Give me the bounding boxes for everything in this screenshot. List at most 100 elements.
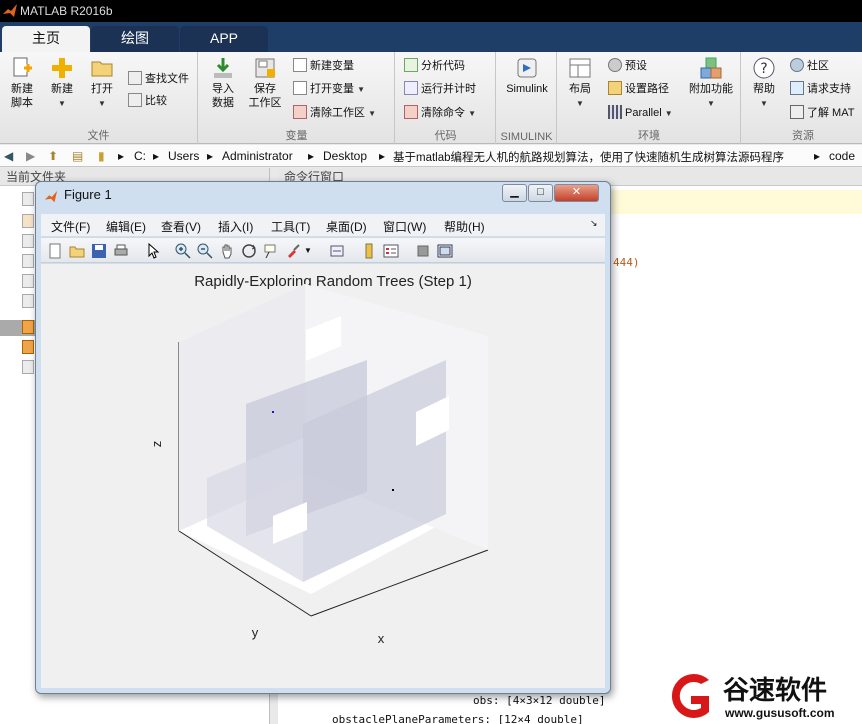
open-label: 打开 xyxy=(91,83,113,95)
breadcrumb-users[interactable]: Users xyxy=(168,149,199,163)
save-icon[interactable] xyxy=(91,243,107,259)
browse-folder-icon[interactable]: ▤ xyxy=(72,149,83,163)
menu-window[interactable]: 窗口(W) xyxy=(383,218,426,235)
zoom-out-icon[interactable] xyxy=(197,243,213,259)
compare-button[interactable]: 比较 xyxy=(128,92,167,110)
figure-canvas[interactable]: Rapidly-Exploring Random Trees (Step 1) … xyxy=(41,264,605,688)
tab-home[interactable]: 主页 xyxy=(2,26,90,52)
maximize-button[interactable]: □ xyxy=(528,184,553,202)
open-variable-icon xyxy=(293,81,307,95)
breadcrumb-sep-icon: ▸ xyxy=(379,149,386,163)
menu-file[interactable]: 文件(F) xyxy=(51,218,90,235)
breadcrumb-desktop[interactable]: Desktop xyxy=(323,149,367,163)
link-plot-icon[interactable] xyxy=(329,243,345,259)
file-icon[interactable] xyxy=(22,214,34,228)
minimize-button[interactable]: ▁ xyxy=(502,184,527,202)
command-output-line: obstaclePlaneParameters: [12×4 double] xyxy=(332,713,584,724)
open-variable-button[interactable]: 打开变量 ▼ xyxy=(293,80,365,98)
learn-matlab-icon xyxy=(790,105,804,119)
tab-apps[interactable]: APP xyxy=(180,26,268,52)
file-icon[interactable] xyxy=(22,360,34,374)
community-label: 社区 xyxy=(807,60,829,72)
forward-arrow-icon[interactable]: ▶ xyxy=(26,149,35,163)
figure-window[interactable]: Figure 1 ▁ □ ✕ 文件(F) 编辑(E) 查看(V) 插入(I) 工… xyxy=(35,181,611,694)
request-support-button[interactable]: 请求支持 xyxy=(790,80,851,98)
pointer-icon[interactable] xyxy=(145,243,161,259)
resources-group-title: 资源 xyxy=(792,130,814,142)
breadcrumb-sep-icon: ▸ xyxy=(207,149,214,163)
colorbar-icon[interactable] xyxy=(361,243,377,259)
hide-plot-tools-icon[interactable] xyxy=(415,243,431,259)
find-files-button[interactable]: 查找文件 xyxy=(128,70,189,88)
environment-group-title: 环境 xyxy=(638,130,660,142)
brush-icon[interactable] xyxy=(285,243,301,259)
open-file-icon[interactable] xyxy=(69,243,85,259)
learn-matlab-button[interactable]: 了解 MAT xyxy=(790,104,854,122)
file-icon[interactable] xyxy=(22,274,34,288)
address-bar[interactable]: ◀ ▶ ⬆ ▤ ▮ ▸ C: ▸ Users ▸ Administrator ▸… xyxy=(0,145,862,167)
open-button[interactable]: 打开 ▼ xyxy=(84,56,120,111)
breadcrumb-c[interactable]: C: xyxy=(134,149,146,163)
menu-help[interactable]: 帮助(H) xyxy=(444,218,485,235)
dock-arrow-icon[interactable]: ↘ xyxy=(590,218,598,229)
simulink-group-title: SIMULINK xyxy=(500,131,553,143)
layout-button[interactable]: 布局 ▼ xyxy=(562,56,598,111)
clear-commands-button[interactable]: 清除命令 ▼ xyxy=(404,104,476,122)
menu-view[interactable]: 查看(V) xyxy=(161,218,201,235)
close-button[interactable]: ✕ xyxy=(554,184,599,202)
y-axis-label: y xyxy=(252,625,259,640)
menu-tools[interactable]: 工具(T) xyxy=(271,218,310,235)
data-cursor-icon[interactable] xyxy=(263,243,279,259)
breadcrumb-sep-icon: ▸ xyxy=(814,149,821,163)
file-icon[interactable] xyxy=(22,320,34,334)
import-data-icon xyxy=(214,58,232,78)
menu-edit[interactable]: 编辑(E) xyxy=(106,218,146,235)
show-plot-tools-icon[interactable] xyxy=(437,243,453,259)
pan-icon[interactable] xyxy=(219,243,235,259)
rotate-3d-icon[interactable] xyxy=(241,243,257,259)
back-arrow-icon[interactable]: ◀ xyxy=(4,149,13,163)
svg-text:?: ? xyxy=(760,61,767,77)
community-button[interactable]: 社区 xyxy=(790,57,829,75)
new-variable-label: 新建变量 xyxy=(310,60,354,72)
legend-icon[interactable] xyxy=(383,243,399,259)
menu-insert[interactable]: 插入(I) xyxy=(218,218,253,235)
code-group-title: 代码 xyxy=(434,130,457,142)
help-button[interactable]: ? 帮助 ▼ xyxy=(746,56,782,111)
file-icon[interactable] xyxy=(22,234,34,248)
run-and-time-button[interactable]: 运行并计时 xyxy=(404,80,476,98)
up-folder-icon[interactable]: ⬆ xyxy=(48,149,58,163)
addons-label: 附加功能 xyxy=(689,83,733,95)
new-variable-button[interactable]: 新建变量 xyxy=(293,57,354,75)
plot-3d[interactable]: Rapidly-Exploring Random Trees (Step 1) … xyxy=(41,264,605,688)
command-output-line: obs: [4×3×12 double] xyxy=(473,694,606,707)
preferences-button[interactable]: 预设 xyxy=(608,57,647,75)
save-workspace-icon xyxy=(255,58,275,78)
file-icon[interactable] xyxy=(22,294,34,308)
analyze-code-button[interactable]: 分析代码 xyxy=(404,57,465,75)
folder-open-icon xyxy=(91,61,113,77)
breadcrumb-project-folder[interactable]: 基于matlab编程无人机的航路规划算法，使用了快速随机生成树算法源码程序 xyxy=(393,149,784,165)
tab-plots[interactable]: 绘图 xyxy=(91,26,179,52)
menu-desktop[interactable]: 桌面(D) xyxy=(326,218,367,235)
preferences-label: 预设 xyxy=(625,60,647,72)
simulink-button[interactable]: Simulink xyxy=(501,56,553,96)
addons-button[interactable]: 附加功能 ▼ xyxy=(686,56,736,111)
set-path-button[interactable]: 设置路径 xyxy=(608,80,669,98)
new-figure-icon[interactable] xyxy=(47,243,63,259)
file-icon[interactable] xyxy=(22,340,34,354)
zoom-in-icon[interactable] xyxy=(175,243,191,259)
set-path-label: 设置路径 xyxy=(625,83,669,95)
breadcrumb-administrator[interactable]: Administrator xyxy=(222,149,293,163)
clear-workspace-button[interactable]: 清除工作区 ▼ xyxy=(293,104,376,122)
brush-dropdown-icon[interactable]: ▼ xyxy=(304,243,320,259)
new-script-button[interactable]: 新建 脚本 xyxy=(4,56,40,110)
print-icon[interactable] xyxy=(113,243,129,259)
file-icon[interactable] xyxy=(22,192,34,206)
new-button[interactable]: 新建 ▼ xyxy=(44,56,80,111)
file-icon[interactable] xyxy=(22,254,34,268)
breadcrumb-code[interactable]: code xyxy=(829,149,855,163)
import-data-button[interactable]: 导入 数据 xyxy=(205,56,241,110)
parallel-button[interactable]: Parallel ▼ xyxy=(608,104,673,122)
save-workspace-button[interactable]: 保存 工作区 xyxy=(245,56,285,110)
